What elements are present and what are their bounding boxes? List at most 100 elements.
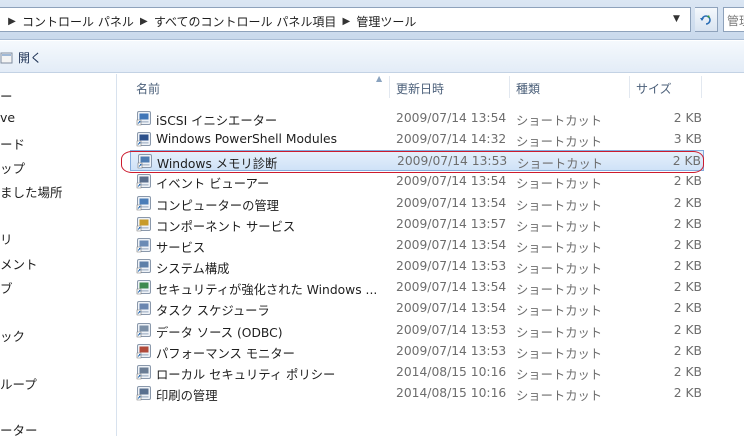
file-modified: 2009/07/14 13:53 (396, 259, 507, 274)
nav-item[interactable]: メント (0, 254, 38, 273)
file-type: ショートカット (516, 325, 603, 340)
file-type: ショートカット (516, 114, 603, 128)
services-icon (136, 237, 152, 253)
file-type: ショートカット (516, 198, 603, 213)
breadcrumb-control-panel[interactable]: コントロール パネル (19, 13, 137, 30)
file-row[interactable]: Windows メモリ診断 2009/07/14 13:53 ショートカット 2 KB (130, 150, 704, 172)
refresh-button[interactable] (695, 7, 718, 32)
file-type: ショートカット (516, 283, 603, 298)
file-modified: 2009/07/14 13:53 (397, 154, 508, 169)
file-row[interactable]: Windows PowerShell Modules 2009/07/14 14:… (130, 129, 704, 150)
component-services-icon (136, 216, 152, 232)
nav-item[interactable]: ック (0, 326, 25, 345)
nav-item[interactable]: ップ (0, 158, 25, 177)
file-name: 印刷の管理 (156, 388, 218, 403)
column-divider[interactable] (701, 76, 702, 98)
search-input[interactable]: 管理ツー (723, 7, 744, 32)
file-type: ショートカット (516, 304, 603, 319)
open-button[interactable]: 開く (0, 47, 46, 68)
file-size: 2 KB (673, 385, 702, 400)
refresh-icon (700, 14, 711, 25)
file-modified: 2009/07/14 13:54 (396, 174, 507, 189)
file-row[interactable]: iSCSI イニシエーター 2009/07/14 13:54 ショートカット 2 KB (130, 108, 704, 129)
event-viewer-icon (136, 173, 152, 189)
chevron-right-icon[interactable]: ▶ (339, 16, 353, 27)
file-name: Windows メモリ診断 (157, 157, 278, 172)
print-management-icon (136, 385, 152, 401)
nav-item[interactable]: ve (0, 110, 15, 125)
file-size: 2 KB (673, 280, 702, 295)
file-size: 2 KB (673, 259, 702, 274)
file-modified: 2009/07/14 13:53 (396, 343, 507, 358)
file-name: セキュリティが強化された Windows ... (156, 283, 378, 298)
file-row[interactable]: セキュリティが強化された Windows ... 2009/07/14 13:54… (130, 277, 704, 298)
file-type: ショートカット (516, 240, 603, 255)
sort-ascending-icon: ▲ (376, 74, 383, 83)
file-size: 2 KB (673, 237, 702, 252)
computer-management-icon (136, 195, 152, 211)
column-divider[interactable] (389, 76, 390, 98)
powershell-icon (136, 131, 152, 147)
file-type: ショートカット (516, 219, 603, 234)
chevron-right-icon[interactable]: ▶ (5, 16, 19, 27)
file-type: ショートカット (517, 157, 604, 172)
file-size: 2 KB (673, 322, 702, 337)
file-row[interactable]: サービス 2009/07/14 13:54 ショートカット 2 KB (130, 235, 704, 256)
column-header-type[interactable]: 種類 (516, 80, 540, 97)
file-modified: 2009/07/14 13:57 (396, 216, 507, 231)
file-size: 2 KB (673, 195, 702, 210)
file-row[interactable]: コンポーネント サービス 2009/07/14 13:57 ショートカット 2 KB (130, 214, 704, 235)
chevron-right-icon[interactable]: ▶ (137, 16, 151, 27)
nav-item[interactable]: ブ (0, 278, 13, 297)
file-row[interactable]: 印刷の管理 2014/08/15 10:16 ショートカット 2 KB (130, 383, 704, 404)
file-row[interactable]: パフォーマンス モニター 2009/07/14 13:53 ショートカット 2 KB (130, 341, 704, 362)
column-header-size[interactable]: サイズ (636, 80, 672, 97)
nav-item[interactable]: ーター (0, 420, 38, 436)
nav-item[interactable]: リ (0, 229, 13, 248)
file-row[interactable]: システム構成 2009/07/14 13:53 ショートカット 2 KB (130, 256, 704, 277)
column-header-modified[interactable]: 更新日時 (396, 80, 444, 97)
file-modified: 2009/07/14 13:54 (396, 111, 507, 125)
file-row[interactable]: データ ソース (ODBC) 2009/07/14 13:53 ショートカット 2 K… (130, 320, 704, 341)
nav-item[interactable]: ループ (0, 374, 37, 393)
file-modified: 2014/08/15 10:16 (396, 364, 507, 379)
file-size: 3 KB (673, 132, 702, 147)
breadcrumb-all-items[interactable]: すべてのコントロール パネル項目 (151, 13, 340, 30)
file-row[interactable]: コンピューターの管理 2009/07/14 13:54 ショートカット 2 KB (130, 193, 704, 214)
file-name: システム構成 (156, 262, 230, 277)
address-field[interactable]: ▶ コントロール パネル ▶ すべてのコントロール パネル項目 ▶ 管理ツール … (0, 7, 691, 32)
nav-item[interactable]: ました場所 (0, 182, 63, 201)
breadcrumb-admin-tools[interactable]: 管理ツール (353, 13, 419, 30)
task-scheduler-icon (136, 300, 152, 316)
file-row[interactable]: タスク スケジューラ 2009/07/14 13:54 ショートカット 2 KB (130, 298, 704, 319)
local-security-policy-icon (136, 364, 152, 380)
address-dropdown-icon[interactable]: ▼ (673, 14, 680, 24)
file-modified: 2009/07/14 13:54 (396, 280, 507, 295)
column-divider[interactable] (629, 76, 630, 98)
file-name: コンポーネント サービス (156, 219, 296, 234)
column-divider[interactable] (509, 76, 510, 98)
file-modified: 2009/07/14 13:54 (396, 195, 507, 210)
nav-item[interactable]: ード (0, 134, 25, 153)
file-row[interactable]: ローカル セキュリティ ポリシー 2014/08/15 10:16 ショートカット 2… (130, 362, 704, 383)
odbc-icon (136, 322, 152, 338)
breadcrumb: ▶ コントロール パネル ▶ すべてのコントロール パネル項目 ▶ 管理ツール (5, 13, 419, 30)
nav-item[interactable]: ー (0, 86, 13, 105)
column-header: ▲ 名前 更新日時 種類 サイズ (118, 74, 744, 100)
file-name: データ ソース (ODBC) (156, 325, 283, 340)
file-size: 2 KB (673, 174, 702, 189)
file-type: ショートカット (516, 262, 603, 277)
address-bar: ▶ コントロール パネル ▶ すべてのコントロール パネル項目 ▶ 管理ツール … (0, 0, 744, 40)
file-name: コンピューターの管理 (156, 198, 279, 213)
file-modified: 2009/07/14 13:53 (396, 322, 507, 337)
file-modified: 2014/08/15 10:16 (396, 385, 507, 400)
memory-diagnostic-icon (137, 153, 153, 169)
file-name: サービス (156, 240, 206, 255)
file-type: ショートカット (516, 135, 603, 150)
file-size: 2 KB (673, 343, 702, 358)
navigation-pane: ー ve ード ップ ました場所 リ メント ブ ック ループ ーター (0, 74, 117, 436)
file-row[interactable]: イベント ビューアー 2009/07/14 13:54 ショートカット 2 KB (130, 171, 704, 192)
column-header-name[interactable]: 名前 (136, 80, 160, 97)
file-modified: 2009/07/14 13:54 (396, 301, 507, 316)
file-size: 2 KB (673, 301, 702, 316)
